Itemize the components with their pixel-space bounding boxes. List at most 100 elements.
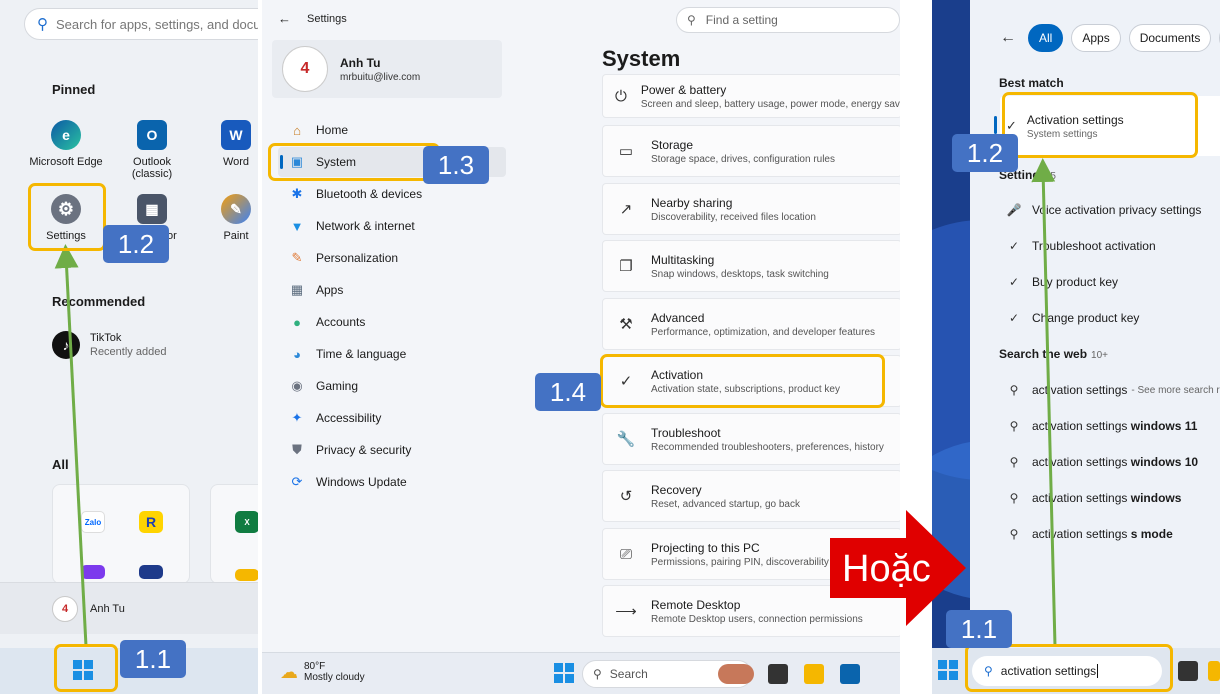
app-folder[interactable]: Zalo R xyxy=(52,484,190,584)
card-remote-desktop[interactable]: ⟶ Remote Desktop Remote Desktop users, con… xyxy=(602,585,900,637)
power-icon: ⏻ xyxy=(615,87,627,105)
windows-start-icon[interactable] xyxy=(938,660,958,680)
microphone-icon: 🎤 xyxy=(1006,203,1022,217)
search-icon: ⚲ xyxy=(687,13,696,27)
best-match-heading: Best match xyxy=(999,76,1064,90)
back-arrow-icon[interactable]: ← xyxy=(278,11,291,26)
web-result-bold: windows xyxy=(1130,491,1182,505)
card-storage[interactable]: ▭ Storage Storage space, drives, configura… xyxy=(602,125,900,177)
accessibility-icon: ✦ xyxy=(291,410,303,425)
bluetooth-icon: ✱ xyxy=(291,186,303,201)
outlook-icon[interactable] xyxy=(840,664,860,684)
result-troubleshoot-activation[interactable]: ✓ Troubleshoot activation xyxy=(1006,239,1156,253)
step-tag-1-3: 1.3 xyxy=(423,146,489,184)
windows-start-icon[interactable] xyxy=(554,663,574,683)
pinned-app-word[interactable]: W Word xyxy=(196,120,258,168)
globe-icon: ◕ xyxy=(293,346,301,362)
web-result[interactable]: ⚲ activation settings windows 10 xyxy=(1006,455,1199,469)
nav-label: Time & language xyxy=(316,347,407,361)
nav-privacy[interactable]: ⛊ Privacy & security xyxy=(278,435,506,465)
web-result[interactable]: ⚲ activation settings - See more search r xyxy=(1006,383,1220,397)
highlight-settings-app xyxy=(28,183,106,251)
avatar: 4 xyxy=(282,46,328,92)
find-placeholder: Find a setting xyxy=(705,13,778,27)
web-result[interactable]: ⚲ activation settings s mode xyxy=(1006,527,1173,541)
nav-gaming[interactable]: ◉ Gaming xyxy=(278,371,506,401)
highlight-start-button xyxy=(54,644,118,692)
edge-icon: e xyxy=(51,120,81,150)
card-advanced[interactable]: ⚒ Advanced Performance, optimization, and … xyxy=(602,298,900,350)
filter-documents[interactable]: Documents xyxy=(1128,24,1212,52)
card-subtitle: Snap windows, desktops, task switching xyxy=(651,268,829,280)
start-search-box[interactable]: ⚲ Search for apps, settings, and documen… xyxy=(24,8,258,40)
nav-home[interactable]: ⌂ Home xyxy=(278,115,506,145)
task-view-icon[interactable] xyxy=(1178,661,1198,681)
web-result[interactable]: ⚲ activation settings windows xyxy=(1006,491,1182,505)
recovery-icon: ↺ xyxy=(619,488,633,505)
project-icon: ⎚ xyxy=(619,545,632,563)
nav-windows-update[interactable]: ⟳ Windows Update xyxy=(278,467,506,497)
search-highlight-icon[interactable] xyxy=(718,664,754,684)
pinned-app-edge[interactable]: e Microsoft Edge xyxy=(26,120,106,168)
all-heading: All xyxy=(52,457,69,472)
wrench-icon: 🔧 xyxy=(616,431,636,448)
task-view-icon[interactable] xyxy=(768,664,788,684)
shield-icon: ⛊ xyxy=(292,442,302,457)
highlight-best-match xyxy=(1002,92,1198,158)
card-troubleshoot[interactable]: 🔧 Troubleshoot Recommended troubleshooters… xyxy=(602,413,900,465)
recommended-item-tiktok[interactable]: ♪ TikTok Recently added xyxy=(52,331,166,359)
filter-all[interactable]: All xyxy=(1028,24,1064,52)
card-title: Remote Desktop xyxy=(651,597,741,612)
card-subtitle: Screen and sleep, battery usage, power m… xyxy=(640,98,900,110)
web-result[interactable]: ⚲ activation settings windows 11 xyxy=(1006,419,1198,433)
file-explorer-icon[interactable] xyxy=(804,664,824,684)
card-title: Advanced xyxy=(651,310,705,325)
settings-window: ← Settings ⚲ Find a setting 4 Anh Tu mrb… xyxy=(262,0,900,694)
weather-cloud-icon: ☁ xyxy=(280,661,298,682)
card-title: Recovery xyxy=(651,482,702,497)
card-multitasking[interactable]: ❐ Multitasking Snap windows, desktops, tas… xyxy=(602,240,900,292)
search-icon: ⚲ xyxy=(1009,455,1019,469)
app-folder-2[interactable]: X xyxy=(210,484,258,584)
card-title: Projecting to this PC xyxy=(651,540,760,555)
start-user-bar[interactable]: 4 Anh Tu xyxy=(0,582,258,634)
app-label: Microsoft Edge xyxy=(29,156,103,168)
search-icon: ⚲ xyxy=(37,16,48,33)
file-explorer-icon[interactable] xyxy=(1208,661,1220,681)
back-arrow-icon[interactable]: ← xyxy=(1000,29,1016,47)
nav-personalization[interactable]: ✎ Personalization xyxy=(278,243,506,273)
settings-titlebar: ← Settings xyxy=(278,11,347,26)
card-nearby-sharing[interactable]: ↗ Nearby sharing Discoverability, received… xyxy=(602,183,900,235)
app-label: Paint xyxy=(223,230,249,242)
find-setting-input[interactable]: ⚲ Find a setting xyxy=(676,7,900,33)
card-recovery[interactable]: ↺ Recovery Reset, advanced startup, go bac… xyxy=(602,470,900,522)
gamepad-icon: ◉ xyxy=(291,378,303,393)
step-tag-1-2: 1.2 xyxy=(103,225,169,263)
nav-network[interactable]: ▼ Network & internet xyxy=(278,211,506,241)
page-title: System xyxy=(602,46,681,71)
nav-accessibility[interactable]: ✦ Accessibility xyxy=(278,403,506,433)
taskbar-search-label: Search xyxy=(609,667,648,681)
step-tag-1-2-search: 1.2 xyxy=(952,134,1018,172)
user-profile-card[interactable]: 4 Anh Tu mrbuitu@live.com xyxy=(272,40,502,98)
web-result-prefix: activation settings xyxy=(1032,455,1128,469)
result-voice-activation[interactable]: 🎤 Voice activation privacy settings xyxy=(1006,203,1202,217)
result-buy-product-key[interactable]: ✓ Buy product key xyxy=(1006,275,1118,289)
card-subtitle: Recommended troubleshooters, preferences… xyxy=(651,441,884,453)
filter-apps[interactable]: Apps xyxy=(1071,24,1121,52)
search-icon: ⚲ xyxy=(1009,419,1019,433)
weather-widget[interactable]: ☁ 80°F Mostly cloudy xyxy=(280,661,365,683)
profile-name: Anh Tu xyxy=(340,55,381,70)
nav-time-language[interactable]: ◕ Time & language xyxy=(278,339,506,369)
nav-apps[interactable]: ▦ Apps xyxy=(278,275,506,305)
pinned-app-paint[interactable]: ✎ Paint xyxy=(196,194,258,242)
outlook-icon: O xyxy=(137,120,167,150)
nav-accounts[interactable]: ● Accounts xyxy=(278,307,506,337)
result-label: Buy product key xyxy=(1032,275,1119,289)
nav-label: Apps xyxy=(316,283,344,297)
pinned-app-outlook[interactable]: O Outlook (classic) xyxy=(112,120,192,180)
result-change-product-key[interactable]: ✓ Change product key xyxy=(1006,311,1139,325)
remote-icon: ⟶ xyxy=(615,603,637,620)
card-power-battery[interactable]: ⏻ Power & battery Screen and sleep, batter… xyxy=(602,74,900,118)
result-label: Voice activation privacy settings xyxy=(1032,203,1202,217)
